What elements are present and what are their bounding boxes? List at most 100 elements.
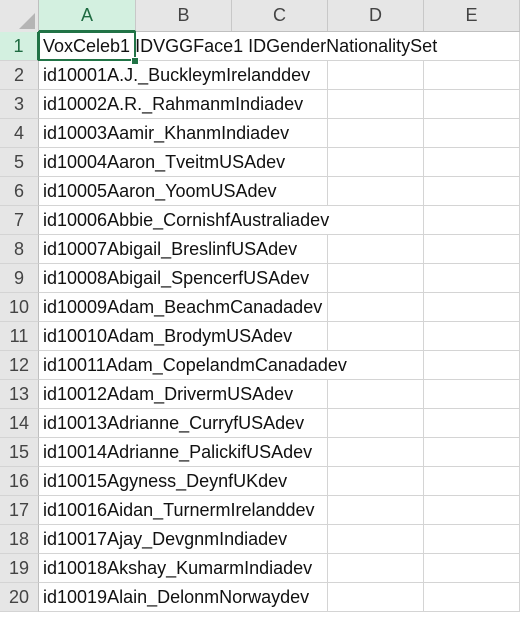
row-header[interactable]: 12 bbox=[0, 351, 39, 380]
table-row: VoxCeleb1 IDVGGFace1 IDGenderNationality… bbox=[39, 32, 520, 61]
row-header[interactable]: 15 bbox=[0, 438, 39, 467]
row-header[interactable]: 4 bbox=[0, 119, 39, 148]
cell-a[interactable]: id10011Adam_CopelandmCanadadev bbox=[43, 351, 349, 379]
gridline bbox=[327, 90, 328, 119]
select-all-button[interactable] bbox=[0, 0, 39, 32]
row-header[interactable]: 1 bbox=[0, 32, 39, 61]
gridline bbox=[423, 322, 424, 351]
row-header[interactable]: 18 bbox=[0, 525, 39, 554]
gridline bbox=[327, 583, 328, 612]
gridline bbox=[423, 438, 424, 467]
column-header-bar: A B C D E bbox=[0, 0, 520, 32]
cell-a[interactable]: id10003Aamir_KhanmIndiadev bbox=[43, 119, 292, 147]
row-header[interactable]: 6 bbox=[0, 177, 39, 206]
cell-a[interactable]: id10006Abbie_CornishfAustraliadev bbox=[43, 206, 332, 234]
select-all-triangle-icon bbox=[19, 13, 35, 29]
table-row: id10012Adam_DrivermUSAdev bbox=[39, 380, 520, 409]
cell-a[interactable]: id10012Adam_DrivermUSAdev bbox=[43, 380, 296, 408]
cell-a[interactable]: id10004Aaron_TveitmUSAdev bbox=[43, 148, 288, 176]
gridline bbox=[423, 467, 424, 496]
gridline bbox=[423, 583, 424, 612]
row-header[interactable]: 7 bbox=[0, 206, 39, 235]
row-header[interactable]: 16 bbox=[0, 467, 39, 496]
cell-a[interactable]: id10016Aidan_TurnermIrelanddev bbox=[43, 496, 317, 524]
cell-a[interactable]: id10007Abigail_BreslinfUSAdev bbox=[43, 235, 300, 263]
cell-a[interactable]: VoxCeleb1 IDVGGFace1 IDGenderNationality… bbox=[43, 32, 440, 60]
cell-a[interactable]: id10010Adam_BrodymUSAdev bbox=[43, 322, 295, 350]
column-header-c[interactable]: C bbox=[232, 0, 328, 31]
row-header[interactable]: 20 bbox=[0, 583, 39, 612]
row-header[interactable]: 9 bbox=[0, 264, 39, 293]
table-row: id10008Abigail_SpencerfUSAdev bbox=[39, 264, 520, 293]
cell-a[interactable]: id10009Adam_BeachmCanadadev bbox=[43, 293, 325, 321]
column-header-a[interactable]: A bbox=[39, 0, 136, 32]
gridline bbox=[327, 380, 328, 409]
row-header[interactable]: 2 bbox=[0, 61, 39, 90]
cell-grid[interactable]: VoxCeleb1 IDVGGFace1 IDGenderNationality… bbox=[39, 32, 520, 612]
row-header[interactable]: 11 bbox=[0, 322, 39, 351]
row-header[interactable]: 19 bbox=[0, 554, 39, 583]
gridline bbox=[423, 264, 424, 293]
table-row: id10013Adrianne_CurryfUSAdev bbox=[39, 409, 520, 438]
row-header[interactable]: 5 bbox=[0, 148, 39, 177]
table-row: id10016Aidan_TurnermIrelanddev bbox=[39, 496, 520, 525]
fill-handle[interactable] bbox=[131, 57, 139, 65]
column-header-d[interactable]: D bbox=[328, 0, 424, 31]
gridline bbox=[423, 148, 424, 177]
gridline bbox=[327, 235, 328, 264]
gridline bbox=[327, 264, 328, 293]
table-row: id10018Akshay_KumarmIndiadev bbox=[39, 554, 520, 583]
cell-a[interactable]: id10019Alain_DelonmNorwaydev bbox=[43, 583, 312, 611]
cell-a[interactable]: id10018Akshay_KumarmIndiadev bbox=[43, 554, 315, 582]
cell-a[interactable]: id10014Adrianne_PalickifUSAdev bbox=[43, 438, 315, 466]
gridline bbox=[327, 293, 328, 322]
table-row: id10010Adam_BrodymUSAdev bbox=[39, 322, 520, 351]
table-row: id10015Agyness_DeynfUKdev bbox=[39, 467, 520, 496]
gridline bbox=[327, 525, 328, 554]
gridline bbox=[327, 438, 328, 467]
table-row: id10001A.J._BuckleymIrelanddev bbox=[39, 61, 520, 90]
cell-a[interactable]: id10002A.R._RahmanmIndiadev bbox=[43, 90, 306, 118]
table-row: id10002A.R._RahmanmIndiadev bbox=[39, 90, 520, 119]
gridline bbox=[327, 148, 328, 177]
table-row: id10011Adam_CopelandmCanadadev bbox=[39, 351, 520, 380]
row-header[interactable]: 3 bbox=[0, 90, 39, 119]
column-header-e[interactable]: E bbox=[424, 0, 520, 31]
table-row: id10009Adam_BeachmCanadadev bbox=[39, 293, 520, 322]
row-header-bar: 1 2 3 4 5 6 7 8 9 10 11 12 13 14 15 16 17 18 19 20 bbox=[0, 32, 39, 612]
cell-a[interactable]: id10017Ajay_DevgnmIndiadev bbox=[43, 525, 290, 553]
table-row: id10003Aamir_KhanmIndiadev bbox=[39, 119, 520, 148]
gridline bbox=[423, 119, 424, 148]
table-row: id10007Abigail_BreslinfUSAdev bbox=[39, 235, 520, 264]
row-header[interactable]: 8 bbox=[0, 235, 39, 264]
row-header[interactable]: 10 bbox=[0, 293, 39, 322]
gridline bbox=[423, 525, 424, 554]
gridline bbox=[423, 380, 424, 409]
gridline bbox=[423, 293, 424, 322]
table-row: id10019Alain_DelonmNorwaydev bbox=[39, 583, 520, 612]
cell-a[interactable]: id10001A.J._BuckleymIrelanddev bbox=[43, 61, 313, 89]
gridline bbox=[327, 177, 328, 206]
column-header-b[interactable]: B bbox=[136, 0, 232, 31]
table-row: id10005Aaron_YoomUSAdev bbox=[39, 177, 520, 206]
cell-a[interactable]: id10008Abigail_SpencerfUSAdev bbox=[43, 264, 312, 292]
row-header[interactable]: 14 bbox=[0, 409, 39, 438]
gridline bbox=[327, 119, 328, 148]
gridline bbox=[327, 496, 328, 525]
row-header[interactable]: 13 bbox=[0, 380, 39, 409]
cell-a[interactable]: id10005Aaron_YoomUSAdev bbox=[43, 177, 279, 205]
table-row: id10006Abbie_CornishfAustraliadev bbox=[39, 206, 520, 235]
row-header[interactable]: 17 bbox=[0, 496, 39, 525]
gridline bbox=[423, 496, 424, 525]
table-row: id10014Adrianne_PalickifUSAdev bbox=[39, 438, 520, 467]
spreadsheet[interactable]: A B C D E 1 2 3 4 5 6 7 8 9 10 11 12 13 14 15 16 17 18 19 2… bbox=[0, 0, 520, 617]
gridline bbox=[423, 61, 424, 90]
gridline bbox=[423, 554, 424, 583]
gridline bbox=[423, 409, 424, 438]
cell-a[interactable]: id10013Adrianne_CurryfUSAdev bbox=[43, 409, 307, 437]
gridline bbox=[327, 467, 328, 496]
gridline bbox=[423, 351, 424, 380]
table-row: id10017Ajay_DevgnmIndiadev bbox=[39, 525, 520, 554]
table-row: id10004Aaron_TveitmUSAdev bbox=[39, 148, 520, 177]
cell-a[interactable]: id10015Agyness_DeynfUKdev bbox=[43, 467, 290, 495]
